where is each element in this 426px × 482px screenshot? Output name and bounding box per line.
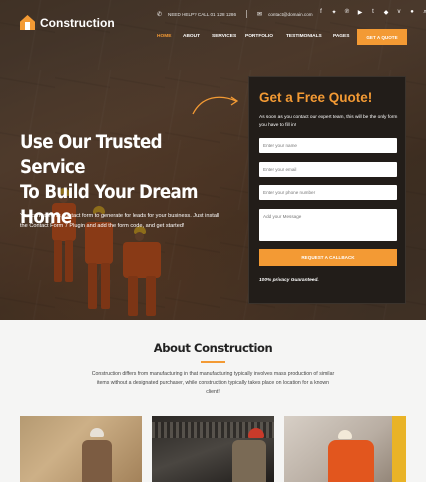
vimeo-icon[interactable]: v bbox=[396, 9, 402, 16]
privacy-note: 100% privacy Guaranteed. bbox=[259, 278, 319, 283]
title-underline bbox=[201, 361, 225, 363]
nav-testimonials[interactable]: TESTIMONIALS bbox=[286, 34, 322, 39]
worker-figure bbox=[82, 440, 112, 482]
about-image-card[interactable] bbox=[284, 416, 406, 482]
hero-title-line: Use Our Trusted Service bbox=[20, 132, 163, 178]
hero-title-line: To Build Your Dream bbox=[20, 182, 199, 203]
nav-services[interactable]: SERVICES bbox=[212, 34, 236, 39]
topbar-email[interactable]: contact@domain.com bbox=[268, 12, 313, 17]
worker-figure bbox=[328, 440, 374, 482]
worker-helmet bbox=[248, 428, 264, 438]
email-input[interactable]: Enter your email bbox=[259, 162, 397, 177]
quote-form: Get a Free Quote! As soon as you contact… bbox=[248, 76, 406, 304]
site-logo[interactable]: Construction bbox=[20, 15, 115, 30]
flickr-icon[interactable]: ● bbox=[409, 9, 415, 16]
social-links: f ✦ ℗ ▶ t ◆ v ● ⌕ bbox=[318, 9, 426, 16]
quote-form-title: Get a Free Quote! bbox=[259, 90, 373, 105]
topbar-phone[interactable]: NEED HELP? CALL 01 128 1286 bbox=[168, 12, 236, 17]
brand-name: Construction bbox=[40, 15, 115, 30]
topbar-contact: ✆ NEED HELP? CALL 01 128 1286 ✉ contact@… bbox=[157, 10, 313, 18]
about-title: About Construction bbox=[153, 341, 273, 355]
phone-input[interactable]: Enter your phone number bbox=[259, 185, 397, 200]
worker-figure bbox=[232, 440, 266, 482]
nav-portfolio[interactable]: PORTFOLIO bbox=[245, 34, 273, 39]
hero-description: You can use this contact form to generat… bbox=[20, 213, 220, 229]
topbar-divider bbox=[246, 10, 248, 18]
machine-panel bbox=[392, 416, 406, 482]
mail-icon: ✉ bbox=[257, 11, 263, 18]
house-logo-icon bbox=[20, 15, 35, 30]
worker-helmet bbox=[90, 428, 104, 437]
about-text: Construction differs from manufacturing … bbox=[91, 371, 335, 396]
tumblr-icon[interactable]: t bbox=[370, 9, 376, 16]
nav-home[interactable]: HOME bbox=[157, 34, 171, 39]
name-input[interactable]: Enter your name bbox=[259, 138, 397, 153]
hero-section: Construction ✆ NEED HELP? CALL 01 128 12… bbox=[0, 0, 426, 320]
dropbox-icon[interactable]: ◆ bbox=[383, 9, 389, 16]
get-a-quote-button[interactable]: GET A QUOTE bbox=[357, 29, 407, 45]
pinterest-icon[interactable]: ℗ bbox=[344, 9, 350, 16]
youtube-icon[interactable]: ▶ bbox=[357, 9, 363, 16]
quote-form-intro: As soon as you contact our expert team, … bbox=[259, 115, 398, 128]
about-image-card[interactable] bbox=[20, 416, 142, 482]
nav-pages[interactable]: PAGES bbox=[333, 34, 349, 39]
about-image-card[interactable] bbox=[152, 416, 274, 482]
curved-arrow-icon bbox=[192, 96, 239, 115]
search-icon[interactable]: ⌕ bbox=[422, 9, 426, 16]
phone-icon: ✆ bbox=[157, 11, 163, 18]
twitter-icon[interactable]: ✦ bbox=[331, 9, 337, 16]
facebook-icon[interactable]: f bbox=[318, 9, 324, 16]
request-callback-button[interactable]: REQUEST A CALLBACK bbox=[259, 249, 397, 266]
about-section: About Construction Construction differs … bbox=[0, 320, 426, 482]
nav-about[interactable]: ABOUT bbox=[183, 34, 200, 39]
message-textarea[interactable]: Add your Message bbox=[259, 209, 397, 241]
worker-helmet bbox=[338, 430, 352, 439]
